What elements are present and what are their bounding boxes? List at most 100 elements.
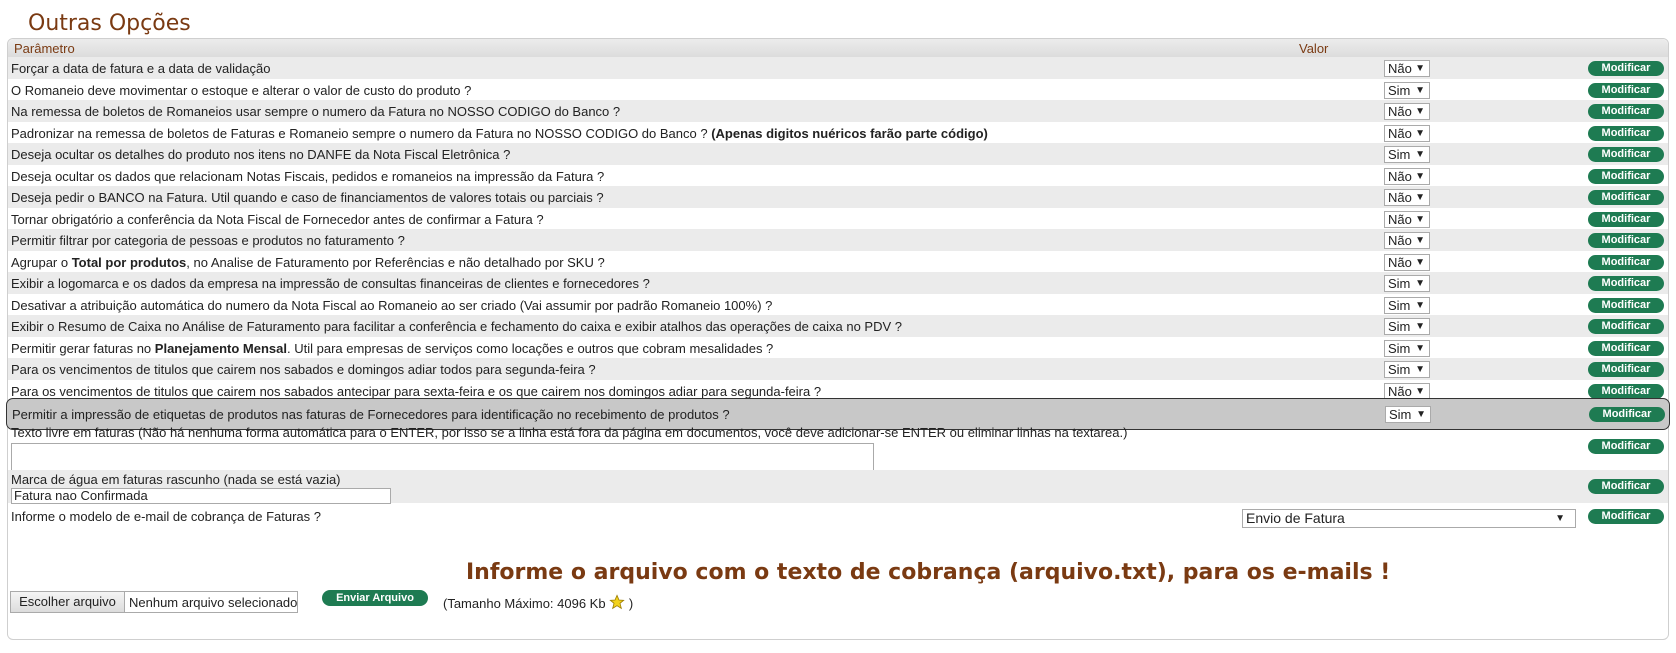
modify-button[interactable]: Modificar [1588, 104, 1664, 119]
option-question-text: Deseja ocultar os detalhes do produto no… [11, 147, 511, 162]
option-question-text: Deseja pedir o BANCO na Fatura. Util qua… [11, 190, 604, 205]
modify-button[interactable]: Modificar [1588, 190, 1664, 205]
chevron-down-icon: ▼ [1415, 106, 1425, 117]
option-value-select[interactable]: Sim ▼ [1384, 275, 1430, 292]
option-value-select[interactable]: Sim ▼ [1384, 296, 1430, 314]
option-question-text: Exibir a logomarca e os dados da empresa… [11, 276, 650, 291]
email-model-label: Informe o modelo de e-mail de cobrança d… [11, 509, 322, 524]
option-question: Padronizar na remessa de boletos de Fatu… [11, 126, 988, 141]
option-value-select[interactable]: Sim ▼ [1384, 146, 1430, 163]
option-value-select[interactable]: Não ▼ [1384, 124, 1430, 142]
modify-button[interactable]: Modificar [1588, 211, 1664, 227]
send-file-button[interactable]: Enviar Arquivo [322, 590, 428, 606]
option-row: O Romaneio deve movimentar o estoque e a… [8, 78, 1668, 102]
option-value: Não [1388, 61, 1412, 76]
modify-button[interactable]: Modificar [1588, 147, 1664, 162]
choose-file-button[interactable]: Escolher arquivo [11, 592, 125, 612]
option-question: Deseja ocultar os dados que relacionam N… [11, 169, 604, 184]
watermark-input[interactable]: Fatura nao Confirmada [11, 488, 391, 504]
modify-button[interactable]: Modificar [1588, 82, 1664, 98]
option-value-select[interactable]: Sim ▼ [1385, 406, 1431, 423]
option-value: Sim [1388, 147, 1411, 162]
option-question-bold: Planejamento Mensal [154, 340, 287, 356]
modify-button[interactable]: Modificar [1588, 125, 1664, 141]
option-value-select[interactable]: Não ▼ [1384, 189, 1430, 206]
modify-button[interactable]: Modificar [1588, 383, 1664, 399]
star-icon [609, 594, 625, 610]
chevron-down-icon: ▼ [1415, 256, 1425, 268]
modify-button[interactable]: Modificar [1588, 254, 1664, 270]
chevron-down-icon: ▼ [1415, 63, 1425, 74]
option-question-text: Forçar a data de fatura e a data de vali… [11, 61, 271, 76]
header-param: Parâmetro [14, 41, 75, 56]
option-value: Sim [1388, 276, 1411, 291]
option-value-select[interactable]: Não ▼ [1384, 167, 1430, 185]
email-model-modify-button[interactable]: Modificar [1588, 509, 1664, 524]
option-question-text: , no Analise de Faturamento por Referênc… [186, 254, 605, 270]
option-question-text: . Util para empresas de serviços como lo… [287, 340, 774, 356]
option-row: Desativar a atribuição automática do num… [8, 293, 1668, 317]
option-value-select[interactable]: Sim ▼ [1384, 339, 1430, 357]
watermark-block: Marca de água em faturas rascunho (nada … [8, 470, 1668, 504]
option-value: Não [1388, 104, 1412, 119]
option-row: Permitir filtrar por categoria de pessoa… [8, 229, 1668, 252]
table-header: Parâmetro Valor [8, 39, 1668, 57]
chevron-down-icon: ▼ [1415, 192, 1425, 203]
modify-button[interactable]: Modificar [1589, 407, 1665, 422]
modify-button[interactable]: Modificar [1588, 276, 1664, 291]
modify-button[interactable]: Modificar [1588, 362, 1664, 377]
free-text-modify-button[interactable]: Modificar [1588, 439, 1664, 454]
option-value-select[interactable]: Sim ▼ [1384, 81, 1430, 99]
option-value-select[interactable]: Não ▼ [1384, 103, 1430, 120]
option-value-select[interactable]: Sim ▼ [1384, 318, 1430, 335]
modify-button[interactable]: Modificar [1588, 340, 1664, 356]
option-question: Permitir a impressão de etiquetas de pro… [12, 407, 730, 422]
modify-button[interactable]: Modificar [1588, 61, 1664, 76]
option-question: Exibir o Resumo de Caixa no Análise de F… [11, 319, 902, 334]
modify-button[interactable]: Modificar [1588, 233, 1664, 248]
option-value: Não [1388, 383, 1412, 399]
option-value-select[interactable]: Não ▼ [1384, 232, 1430, 249]
option-question: Exibir a logomarca e os dados da empresa… [11, 276, 650, 291]
option-value: Não [1388, 190, 1412, 205]
option-value: Não [1388, 254, 1412, 270]
option-value: Sim [1388, 340, 1411, 356]
chevron-down-icon: ▼ [1415, 364, 1425, 375]
max-size-close: ) [628, 596, 634, 611]
option-question: Permitir filtrar por categoria de pessoa… [11, 233, 405, 248]
option-question-text: Para os vencimentos de titulos que caire… [11, 383, 822, 399]
option-value-select[interactable]: Não ▼ [1384, 253, 1430, 271]
file-input[interactable]: Escolher arquivo Nenhum arquivo selecion… [10, 591, 298, 613]
option-value: Sim [1389, 407, 1412, 422]
free-text-textarea[interactable] [11, 443, 874, 473]
free-text-block: Texto livre em faturas (Não há nenhuma f… [8, 425, 1668, 473]
option-value: Sim [1388, 82, 1411, 98]
modify-button[interactable]: Modificar [1588, 319, 1664, 334]
option-row: Para os vencimentos de titulos que caire… [8, 358, 1668, 381]
option-value-select[interactable]: Não ▼ [1384, 210, 1430, 228]
modify-button[interactable]: Modificar [1588, 297, 1664, 313]
option-question-text: Para os vencimentos de titulos que caire… [11, 362, 596, 377]
chevron-down-icon: ▼ [1415, 385, 1425, 397]
chevron-down-icon: ▼ [1555, 513, 1565, 524]
option-question-text: Na remessa de boletos de Romaneios usar … [11, 104, 621, 119]
option-value: Sim [1388, 362, 1411, 377]
option-row: Deseja pedir o BANCO na Fatura. Util qua… [8, 186, 1668, 209]
option-question: Permitir gerar faturas no Planejamento M… [11, 341, 773, 356]
option-question-text: Permitir a impressão de etiquetas de pro… [12, 407, 730, 422]
option-question-text: Padronizar na remessa de boletos de Fatu… [11, 125, 712, 141]
modify-button[interactable]: Modificar [1588, 168, 1664, 184]
email-model-selected: Envio de Fatura [1246, 510, 1345, 526]
option-question: Na remessa de boletos de Romaneios usar … [11, 104, 620, 119]
option-value-select[interactable]: Não ▼ [1384, 382, 1430, 400]
chevron-down-icon: ▼ [1415, 127, 1425, 139]
chevron-down-icon: ▼ [1415, 235, 1425, 246]
option-value: Não [1388, 168, 1412, 184]
option-value-select[interactable]: Sim ▼ [1384, 361, 1430, 378]
option-value-select[interactable]: Não ▼ [1384, 60, 1430, 77]
email-model-select[interactable]: Envio de Fatura ▼ [1242, 509, 1576, 528]
option-value: Não [1388, 125, 1412, 141]
option-question-text: Agrupar o [11, 254, 72, 270]
watermark-modify-button[interactable]: Modificar [1588, 479, 1664, 494]
option-question: Para os vencimentos de titulos que caire… [11, 384, 821, 399]
